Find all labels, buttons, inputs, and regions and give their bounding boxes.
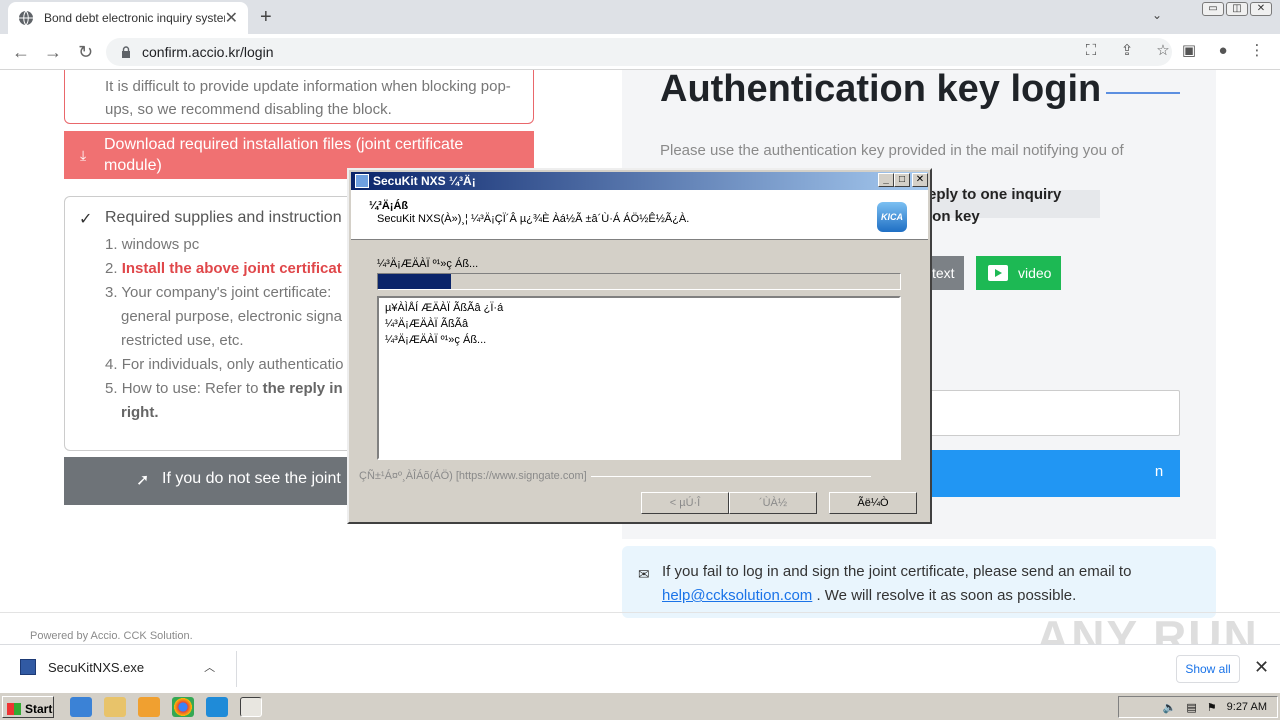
installer-app-icon — [355, 174, 369, 188]
auth-key-input[interactable] — [922, 390, 1180, 436]
bookmark-star-icon[interactable]: ☆ — [1154, 42, 1172, 60]
url-input[interactable]: confirm.accio.kr/login — [106, 38, 1172, 66]
downloads-bar: SecuKitNXS.exe ︿ Show all ✕ — [0, 644, 1280, 692]
url-text: confirm.accio.kr/login — [142, 44, 274, 60]
edge-icon[interactable] — [206, 697, 228, 717]
back-arrow-icon[interactable]: ← — [12, 42, 30, 63]
browser-actions: ▣ ● ⋮ — [1180, 42, 1266, 60]
next-button[interactable]: ´ÙÀ½ — [729, 492, 817, 514]
browser-tab[interactable]: Bond debt electronic inquiry system ✕ — [8, 2, 248, 34]
side-panel-icon[interactable]: ▣ — [1180, 42, 1198, 60]
reload-icon[interactable]: ↻ — [78, 42, 93, 63]
share-icon[interactable]: ⇪ — [1118, 42, 1136, 60]
address-toolbar: ← → ↻ confirm.accio.kr/login ⛶ ⇪ ☆ ▣ ● ⋮ — [0, 34, 1280, 70]
clock[interactable]: 9:27 AM — [1227, 701, 1267, 713]
popup-notice: It is difficult to provide update inform… — [64, 70, 534, 124]
footer-powered-by: Powered by Accio. CCK Solution. — [30, 630, 193, 642]
media-player-icon[interactable] — [138, 697, 160, 717]
video-guide-button[interactable]: video — [976, 256, 1061, 290]
lock-icon — [122, 46, 130, 58]
back-button[interactable]: < µÚ·Î — [641, 492, 729, 514]
downloads-divider — [236, 651, 237, 687]
download-icon: ⤓ — [80, 147, 87, 163]
volume-icon[interactable]: 🔈 — [1163, 701, 1177, 714]
folder-icon[interactable] — [104, 697, 126, 717]
installer-taskbar-icon[interactable] — [240, 697, 262, 717]
help-notice: ✉ If you fail to log in and sign the joi… — [622, 546, 1216, 618]
list-item: µ¥ÀÌÅÍ ÆÄÀÏ ÃßÃâ ¿Ï·á — [385, 302, 504, 314]
cancel-button[interactable]: Ãë¼Ò — [829, 492, 917, 514]
kica-logo: KICA — [877, 202, 907, 232]
system-tray: 🔈 ▤ ⚑ 9:27 AM — [1118, 696, 1278, 718]
tab-search-chevron-icon[interactable]: ⌄ — [1152, 8, 1162, 22]
dialog-maximize-button[interactable]: □ — [894, 173, 910, 187]
dialog-title-bar[interactable]: SecuKit NXS ¼³Ä¡ _ □ ✕ — [351, 172, 928, 190]
quick-launch — [70, 697, 262, 717]
globe-icon — [19, 10, 33, 26]
list-item: ¼³Ä¡ÆÄÀÏ º¹»ç Áß... — [385, 334, 487, 346]
video-play-icon — [988, 265, 1008, 281]
ie-icon[interactable] — [70, 697, 92, 717]
title-decoration — [1106, 92, 1180, 94]
forward-arrow-icon[interactable]: → — [44, 42, 62, 63]
chrome-icon[interactable] — [172, 697, 194, 717]
tab-close-icon[interactable]: ✕ — [225, 8, 238, 28]
dialog-minimize-button[interactable]: _ — [878, 173, 894, 187]
progress-fill — [378, 274, 452, 289]
mail-icon: ✉ — [638, 566, 650, 582]
dialog-header: ¼³Ä¡Áß SecuKit NXS(À»)¸¦ ¼³Ä¡ÇÏ´Â µ¿¾È À… — [351, 190, 928, 240]
dialog-title: SecuKit NXS ¼³Ä¡ — [373, 174, 476, 188]
tab-title: Bond debt electronic inquiry system — [44, 11, 225, 25]
windows-logo-icon — [7, 702, 21, 715]
help-email-link[interactable]: help@ccksolution.com — [662, 587, 812, 604]
list-item: ¼³Ä¡ÆÄÀÏ ÃßÃâ — [385, 318, 469, 330]
taskbar: Start 🔈 ▤ ⚑ 9:27 AM — [0, 692, 1280, 720]
certificate-help-label: If you do not see the joint — [162, 470, 341, 487]
profile-avatar-icon[interactable]: ● — [1214, 42, 1232, 60]
download-item[interactable]: SecuKitNXS.exe ︿ — [20, 659, 215, 675]
minimize-button[interactable]: ▭ — [1202, 2, 1224, 16]
network-icon[interactable]: ▤ — [1186, 701, 1196, 714]
start-button[interactable]: Start — [2, 696, 54, 718]
install-status: ¼³Ä¡ÆÄÀÏ º¹»ç Áß... — [377, 258, 479, 270]
omnibox-actions: ⛶ ⇪ ☆ — [1082, 42, 1172, 60]
dialog-header-title: ¼³Ä¡Áß — [369, 200, 409, 212]
install-log[interactable]: µ¥ÀÌÅÍ ÆÄÀÏ ÃßÃâ ¿Ï·á ¼³Ä¡ÆÄÀÏ ÃßÃâ ¼³Ä¡… — [377, 296, 901, 460]
exe-file-icon — [20, 659, 36, 675]
inquiry-text: eply to one inquiry ion key — [928, 186, 1062, 225]
flag-icon[interactable]: ⚑ — [1207, 701, 1217, 714]
menu-dots-icon[interactable]: ⋮ — [1248, 42, 1266, 60]
browser-tab-bar: Bond debt electronic inquiry system ✕ + … — [0, 0, 1280, 34]
translate-icon[interactable]: ⛶ — [1082, 42, 1100, 60]
install-progress-bar — [377, 273, 901, 290]
dialog-close-button[interactable]: ✕ — [912, 173, 928, 187]
installer-dialog: SecuKit NXS ¼³Ä¡ _ □ ✕ ¼³Ä¡Áß SecuKit NX… — [347, 168, 932, 524]
dialog-header-description: SecuKit NXS(À»)¸¦ ¼³Ä¡ÇÏ´Â µ¿¾È Àá½Ã ±â´… — [377, 213, 690, 225]
auth-subtitle: Please use the authentication key provid… — [660, 142, 1124, 159]
chevron-up-icon[interactable]: ︿ — [204, 659, 215, 675]
dialog-brand: ÇÑ±¹Á¤º¸ÀÎÁõ(ÁÖ) [https://www.signgate.c… — [359, 470, 871, 482]
new-tab-button[interactable]: + — [260, 6, 272, 29]
maximize-button[interactable]: ◫ — [1226, 2, 1248, 16]
checkmark-icon: ✓ — [79, 211, 93, 228]
brand-divider — [590, 475, 871, 477]
window-controls: ▭ ◫ ✕ — [1202, 2, 1272, 16]
download-file-name: SecuKitNXS.exe — [48, 659, 145, 675]
login-button[interactable]: n — [922, 450, 1180, 497]
window-close-button[interactable]: ✕ — [1250, 2, 1272, 16]
cursor-icon: ➚ — [136, 472, 150, 489]
downloads-close-icon[interactable]: ✕ — [1254, 657, 1269, 678]
page-title: Authentication key login — [660, 70, 1102, 110]
show-all-button[interactable]: Show all — [1176, 655, 1240, 683]
